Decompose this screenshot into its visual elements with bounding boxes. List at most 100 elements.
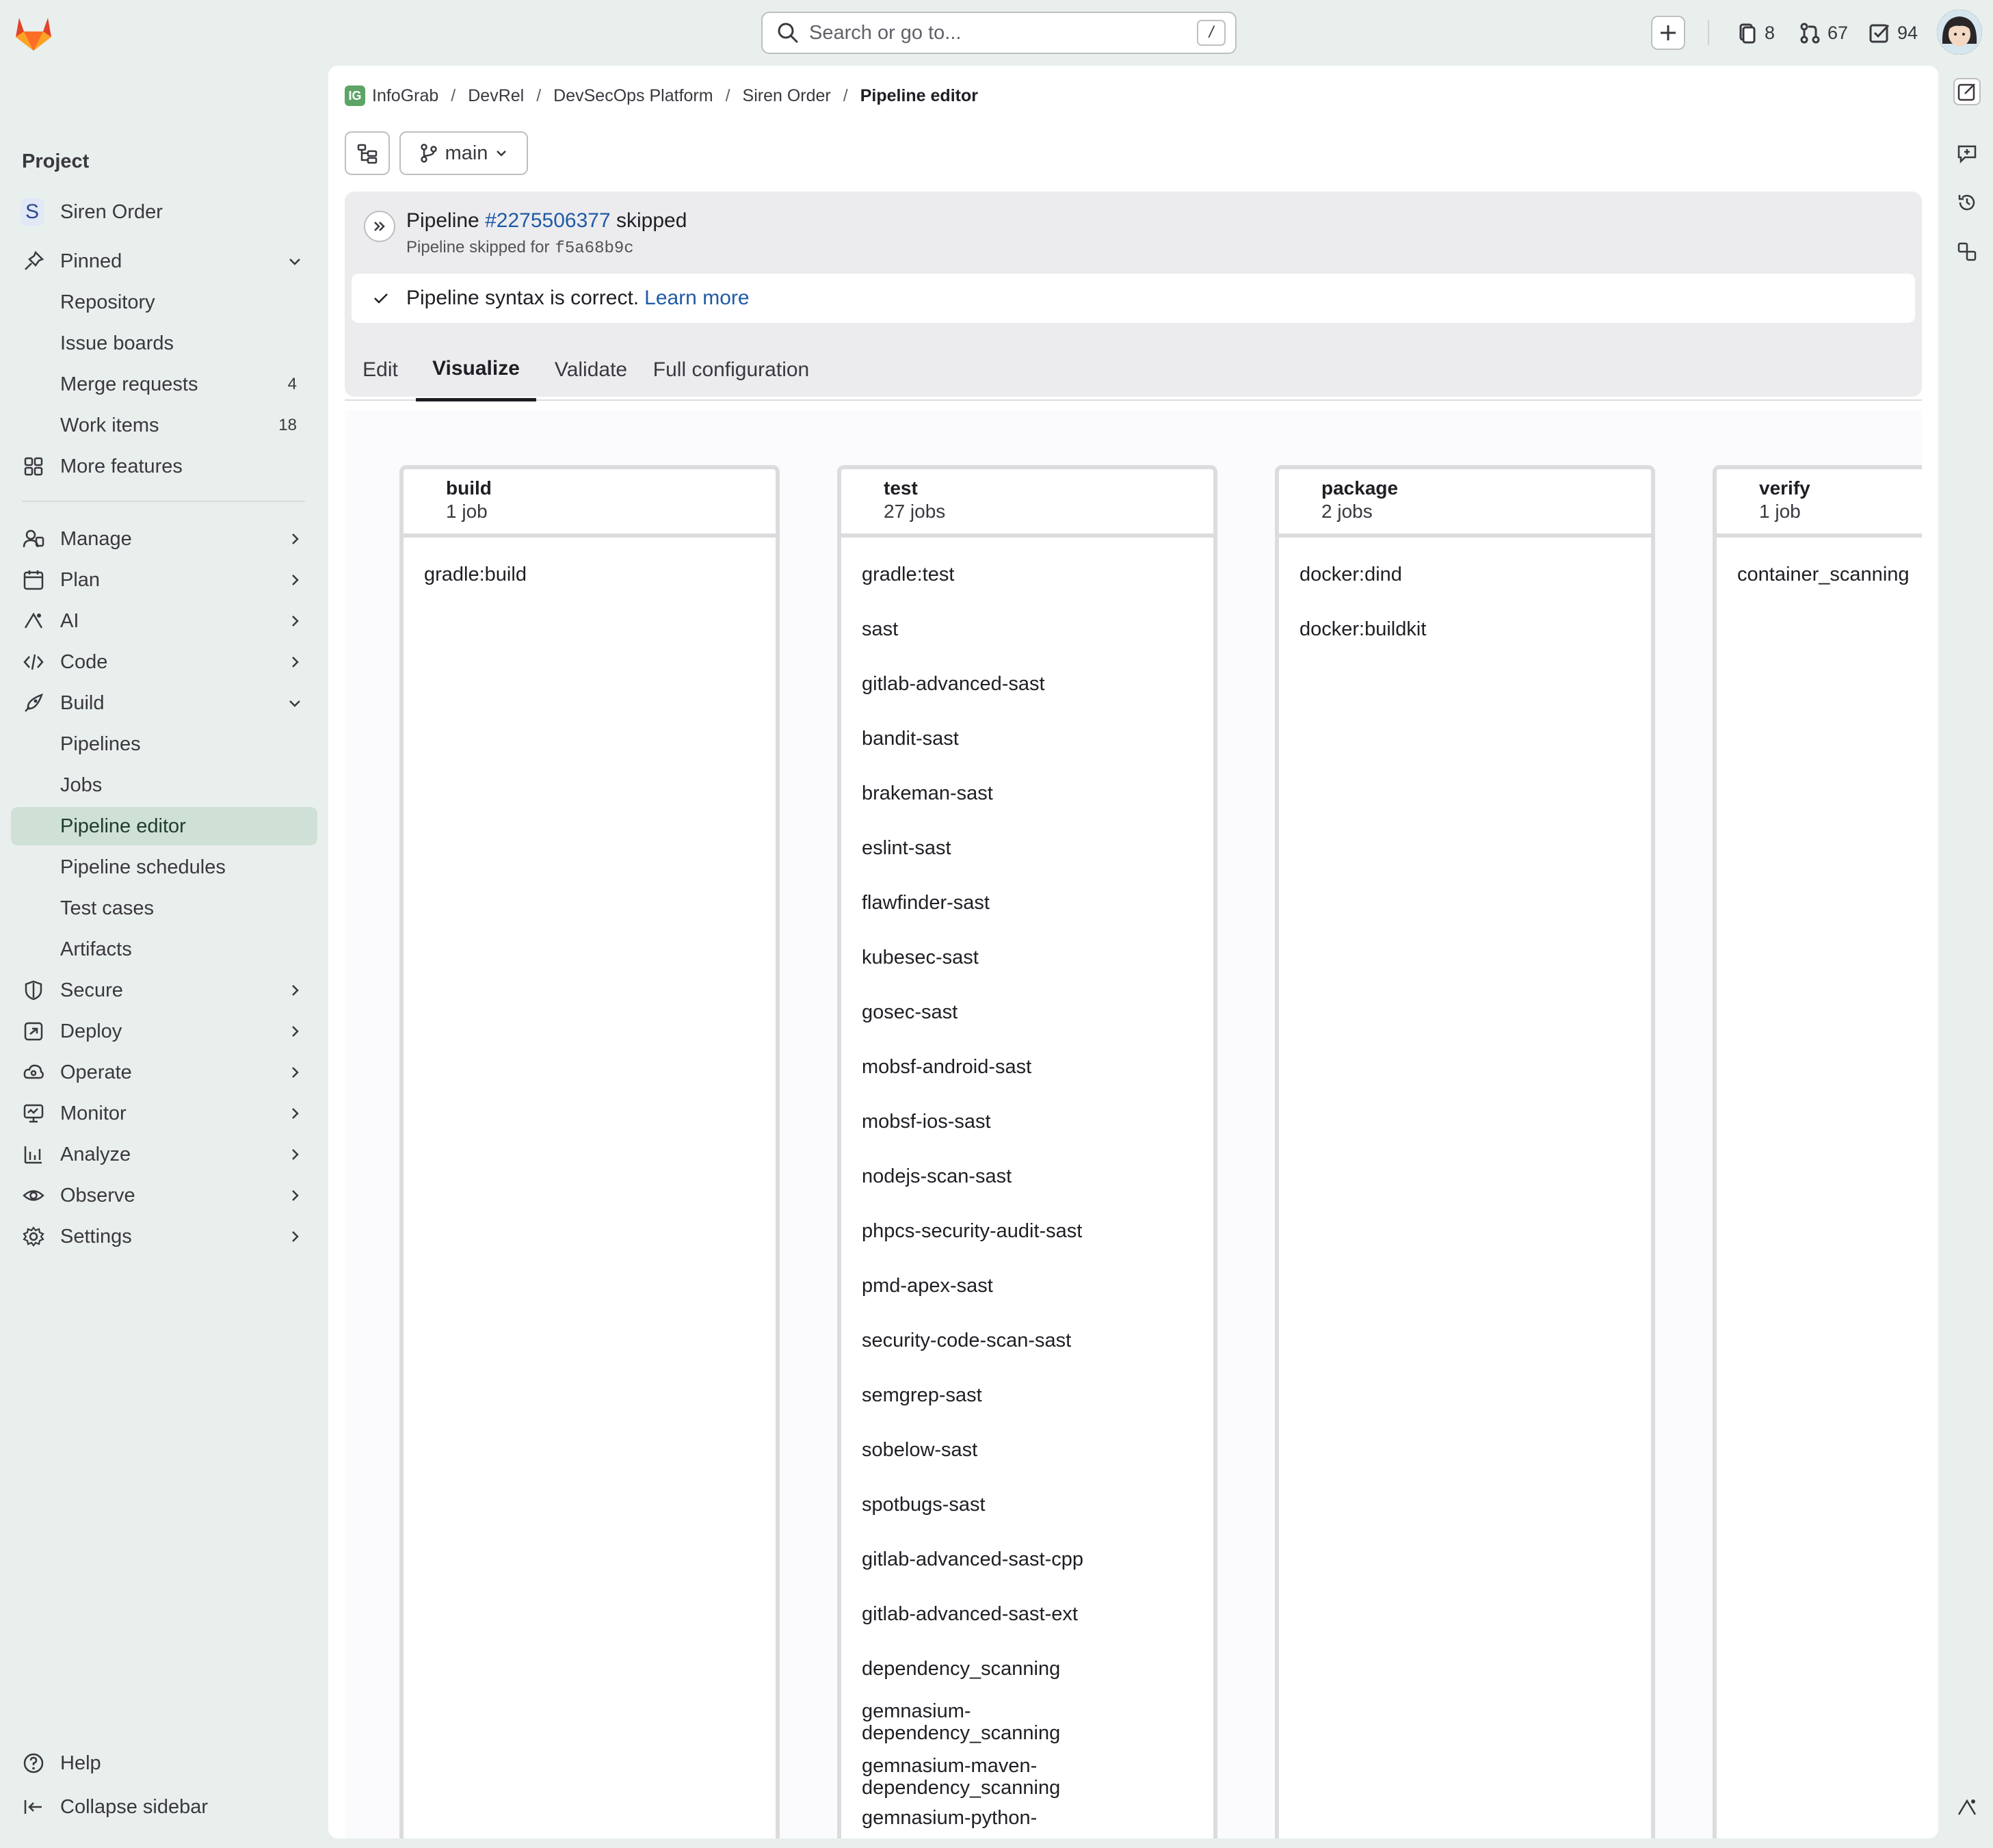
job-item[interactable]: flawfinder-sast bbox=[862, 892, 1190, 914]
learn-more-link[interactable]: Learn more bbox=[644, 287, 749, 309]
file-tree-toggle-button[interactable] bbox=[345, 131, 390, 175]
sidebar-item-issue-boards[interactable]: Issue boards bbox=[11, 324, 317, 362]
job-item[interactable]: sobelow-sast bbox=[862, 1439, 1190, 1461]
sidebar-item-repository[interactable]: Repository bbox=[11, 283, 317, 321]
job-name-line: gemnasium- bbox=[862, 1700, 971, 1722]
job-item[interactable]: brakeman-sast bbox=[862, 782, 1190, 804]
job-item[interactable]: sast bbox=[862, 618, 1190, 640]
job-item[interactable]: gitlab-advanced-sast bbox=[862, 673, 1190, 695]
sidebar-item-manage[interactable]: Manage bbox=[11, 520, 317, 558]
sidebar-item-work-items[interactable]: Work items 18 bbox=[11, 406, 317, 445]
breadcrumb-item[interactable]: DevSecOps Platform bbox=[553, 86, 713, 106]
user-avatar[interactable] bbox=[1937, 10, 1982, 55]
sidebar-item-pipelines[interactable]: Pipelines bbox=[11, 725, 317, 763]
job-item[interactable]: kubesec-sast bbox=[862, 947, 1190, 968]
job-item[interactable]: container_scanning bbox=[1737, 564, 1922, 585]
job-name-line: gemnasium-python- bbox=[862, 1807, 1038, 1829]
sidebar-item-operate[interactable]: Operate bbox=[11, 1053, 317, 1092]
pipeline-status-text: skipped bbox=[616, 209, 687, 232]
tab-visualize[interactable]: Visualize bbox=[416, 339, 536, 401]
gitlab-logo-icon[interactable] bbox=[14, 14, 53, 52]
group-logo: IG bbox=[345, 85, 365, 106]
job-item[interactable]: gitlab-advanced-sast-ext bbox=[862, 1603, 1190, 1625]
sidebar-item-secure[interactable]: Secure bbox=[11, 971, 317, 1009]
job-item[interactable]: docker:buildkit bbox=[1299, 618, 1628, 640]
job-item[interactable]: gemnasium-maven- dependency_scanning bbox=[862, 1755, 1190, 1799]
job-item[interactable]: nodejs-scan-sast bbox=[862, 1165, 1190, 1187]
job-item[interactable]: spotbugs-sast bbox=[862, 1494, 1190, 1516]
job-item[interactable]: mobsf-android-sast bbox=[862, 1056, 1190, 1078]
sidebar-item-label: Deploy bbox=[60, 1020, 122, 1042]
breadcrumb-item[interactable]: DevRel bbox=[468, 86, 524, 106]
chevron-right-icon bbox=[292, 1108, 299, 1119]
sidebar-item-build[interactable]: Build bbox=[11, 684, 317, 722]
sidebar-project-item[interactable]: S Siren Order bbox=[11, 193, 317, 231]
sidebar-item-pipeline-schedules[interactable]: Pipeline schedules bbox=[11, 848, 317, 886]
breadcrumb-separator: / bbox=[451, 85, 456, 105]
job-item[interactable]: gradle:build bbox=[424, 564, 752, 585]
collapse-sidebar-button[interactable]: Collapse sidebar bbox=[11, 1788, 317, 1826]
tab-edit[interactable]: Edit bbox=[345, 339, 416, 401]
sidebar-item-merge-requests[interactable]: Merge requests 4 bbox=[11, 365, 317, 404]
sidebar-item-code[interactable]: Code bbox=[11, 643, 317, 681]
sidebar-item-analyze[interactable]: Analyze bbox=[11, 1135, 317, 1174]
breadcrumb-item[interactable]: Siren Order bbox=[743, 86, 831, 106]
sidebar-item-plan[interactable]: Plan bbox=[11, 561, 317, 599]
stage-header: build 1 job bbox=[404, 469, 776, 538]
topbar-divider bbox=[1708, 21, 1709, 45]
stage-name: package bbox=[1321, 477, 1399, 499]
job-item[interactable]: mobsf-ios-sast bbox=[862, 1111, 1190, 1133]
history-icon[interactable] bbox=[1953, 189, 1981, 216]
job-item[interactable]: docker:dind bbox=[1299, 564, 1628, 585]
job-item[interactable]: pmd-apex-sast bbox=[862, 1275, 1190, 1297]
help-button[interactable]: Help bbox=[11, 1744, 317, 1782]
job-item[interactable]: gosec-sast bbox=[862, 1001, 1190, 1023]
sidebar-item-label: Monitor bbox=[60, 1102, 127, 1124]
comment-plus-icon[interactable] bbox=[1953, 140, 1981, 167]
search-input[interactable]: Search or go to... / bbox=[761, 12, 1237, 54]
job-item[interactable]: semgrep-sast bbox=[862, 1384, 1190, 1406]
sidebar-item-label: Help bbox=[60, 1752, 101, 1774]
commit-sha[interactable]: f5a68b9c bbox=[555, 239, 633, 258]
sidebar-item-monitor[interactable]: Monitor bbox=[11, 1094, 317, 1133]
job-item[interactable]: phpcs-security-audit-sast bbox=[862, 1220, 1190, 1242]
job-item[interactable]: gitlab-advanced-sast-cpp bbox=[862, 1548, 1190, 1570]
todos-counter-button[interactable]: 94 bbox=[1869, 19, 1918, 47]
stage-column-verify: verify 1 job container_scanning bbox=[1713, 465, 1922, 1838]
sidebar-item-observe[interactable]: Observe bbox=[11, 1176, 317, 1215]
job-name-line: dependency_scanning bbox=[862, 1722, 1061, 1744]
job-item[interactable]: eslint-sast bbox=[862, 837, 1190, 859]
sidebar-pinned-toggle[interactable]: Pinned bbox=[11, 242, 317, 280]
pipeline-title: Pipeline #2275506377 skipped bbox=[406, 209, 687, 233]
breadcrumb-item[interactable]: InfoGrab bbox=[372, 86, 438, 106]
branch-selector-dropdown[interactable]: main bbox=[399, 131, 528, 175]
job-item[interactable]: dependency_scanning bbox=[862, 1658, 1190, 1680]
job-item[interactable]: gemnasium-python- bbox=[862, 1807, 1190, 1829]
tab-validate[interactable]: Validate bbox=[536, 339, 646, 401]
pipeline-id-link[interactable]: #2275506377 bbox=[485, 209, 611, 232]
sidebar-item-ai[interactable]: AI bbox=[11, 602, 317, 640]
job-item[interactable]: gemnasium- dependency_scanning bbox=[862, 1700, 1190, 1744]
sidebar-item-artifacts[interactable]: Artifacts bbox=[11, 930, 317, 968]
job-item[interactable]: gradle:test bbox=[862, 564, 1190, 585]
sidebar-item-settings[interactable]: Settings bbox=[11, 1217, 317, 1256]
sidebar-item-deploy[interactable]: Deploy bbox=[11, 1012, 317, 1051]
merge-requests-counter-button[interactable]: 67 bbox=[1799, 19, 1848, 47]
sidebar-item-test-cases[interactable]: Test cases bbox=[11, 889, 317, 927]
tanuki-assistant-icon[interactable] bbox=[1953, 1793, 1981, 1821]
job-item[interactable]: security-code-scan-sast bbox=[862, 1330, 1190, 1351]
job-item[interactable]: bandit-sast bbox=[862, 728, 1190, 750]
sidebar-item-jobs[interactable]: Jobs bbox=[11, 766, 317, 804]
issues-counter-button[interactable]: 8 bbox=[1736, 19, 1775, 47]
skipped-status-icon[interactable] bbox=[364, 211, 395, 242]
sidebar-item-more-features[interactable]: More features bbox=[11, 447, 317, 486]
breadcrumb-current[interactable]: Pipeline editor bbox=[860, 86, 978, 106]
sidebar-item-label: Pipeline editor bbox=[60, 815, 186, 837]
edit-pipeline-icon[interactable] bbox=[1953, 78, 1981, 105]
merge-request-icon bbox=[1800, 23, 1820, 44]
compare-icon[interactable] bbox=[1953, 238, 1981, 265]
sidebar-item-label: Secure bbox=[60, 979, 123, 1001]
create-new-button[interactable] bbox=[1651, 16, 1685, 50]
tab-full-configuration[interactable]: Full configuration bbox=[646, 339, 817, 401]
sidebar-item-pipeline-editor[interactable]: Pipeline editor bbox=[11, 807, 317, 845]
